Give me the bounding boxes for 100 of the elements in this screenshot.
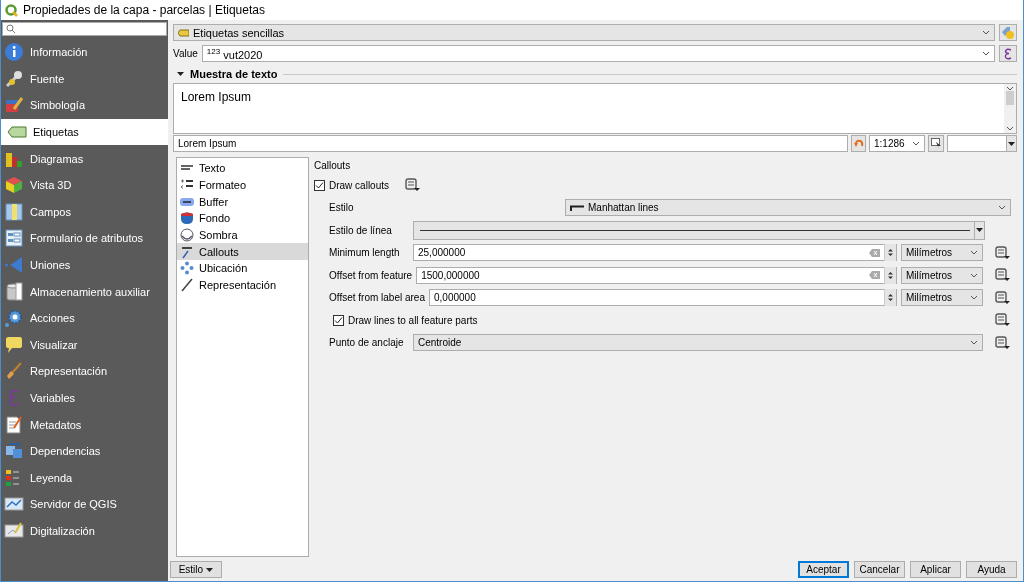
- sample-group-header[interactable]: Muestra de texto: [173, 66, 1017, 80]
- epsilon-icon: [1003, 47, 1013, 60]
- shadow-icon: [180, 228, 194, 243]
- field-label: Estilo de línea: [329, 224, 393, 236]
- window-title: Propiedades de la capa - parcelas | Etiquetas: [23, 3, 265, 17]
- settings-tab[interactable]: Formateo: [177, 176, 308, 194]
- dialog-button[interactable]: Cancelar: [854, 561, 905, 578]
- number-field[interactable]: 0,000000: [429, 289, 897, 307]
- settings-tab[interactable]: Texto: [177, 160, 308, 177]
- scroll-up-icon: [1006, 86, 1014, 91]
- number-field[interactable]: 1500,000000: [416, 266, 897, 284]
- sidebar-item[interactable]: Visualizar: [1, 331, 168, 359]
- check-icon: [334, 315, 343, 325]
- sidebar-item[interactable]: Simbología: [1, 92, 168, 119]
- search-icon: [6, 24, 16, 34]
- settings-tab[interactable]: Fondo: [177, 210, 308, 227]
- value-combo[interactable]: $^{123}$ vut2020: [201, 45, 995, 62]
- database-icon: [4, 281, 24, 302]
- caret-icon: [177, 72, 184, 76]
- scrollbar[interactable]: [1004, 84, 1016, 133]
- label-tag-icon: [178, 28, 189, 37]
- settings-tab[interactable]: Ubicación: [177, 260, 308, 277]
- sidebar-item[interactable]: Variables: [1, 384, 168, 412]
- tag-coin-icon: [1001, 25, 1015, 40]
- field-label: Punto de anclaje: [329, 337, 405, 349]
- map-pencil-icon: [4, 521, 24, 541]
- pick-scale-button[interactable]: [928, 135, 944, 152]
- settings-tab[interactable]: Sombra: [177, 226, 308, 244]
- sidebar-item[interactable]: Metadatos: [1, 411, 168, 438]
- gear-icon: [4, 308, 24, 329]
- unit-combo[interactable]: Milímetros: [901, 244, 983, 262]
- dialog-button[interactable]: Aplicar: [910, 561, 961, 578]
- sidebar-item[interactable]: Digitalización: [1, 517, 168, 545]
- triangle-icon: [4, 255, 24, 276]
- reset-button[interactable]: [851, 135, 866, 152]
- data-defined-icon[interactable]: [993, 245, 1011, 260]
- scroll-down-icon: [1006, 126, 1014, 131]
- data-defined-icon[interactable]: [993, 313, 1011, 328]
- sidebar-item[interactable]: Servidor de QGIS: [1, 491, 168, 518]
- form-icon: [4, 228, 24, 249]
- style-menu-button[interactable]: Estilo: [170, 561, 222, 578]
- caret-icon: [970, 340, 978, 346]
- data-defined-icon[interactable]: [993, 268, 1011, 283]
- manhattan-line-icon: [570, 204, 584, 211]
- shield-icon: [180, 211, 194, 226]
- line-style-button[interactable]: [413, 220, 985, 240]
- color-combo[interactable]: [947, 135, 1017, 152]
- caret-icon: [912, 141, 920, 146]
- info-icon: [4, 42, 24, 63]
- cursor-icon: [930, 138, 942, 149]
- settings-tab[interactable]: Callouts: [177, 243, 308, 261]
- draw-lines-checkbox[interactable]: Draw lines to all feature parts: [333, 314, 989, 326]
- spin-arrows-icon[interactable]: [884, 289, 896, 307]
- speech-bubble-icon: [4, 334, 24, 355]
- scale-combo[interactable]: 1:1286: [869, 135, 925, 152]
- caret-icon: [970, 250, 978, 256]
- sidebar-item[interactable]: Vista 3D: [1, 171, 168, 199]
- settings-tab[interactable]: Representación: [177, 276, 308, 294]
- cube-icon: [4, 175, 24, 196]
- preview-text-field[interactable]: Lorem Ipsum: [173, 135, 848, 152]
- callout-style-combo[interactable]: Manhattan lines: [565, 199, 1011, 217]
- sidebar-item[interactable]: Leyenda: [1, 464, 168, 492]
- mode-combo[interactable]: Etiquetas sencillas: [173, 24, 995, 41]
- sidebar-item[interactable]: Campos: [1, 198, 168, 226]
- data-defined-icon[interactable]: [993, 335, 1011, 350]
- placement-icon: [180, 261, 194, 276]
- sidebar-item[interactable]: Dependencias: [1, 437, 168, 465]
- value-label: Value: [173, 48, 198, 59]
- draw-callouts-checkbox[interactable]: Draw callouts: [314, 179, 390, 191]
- undo-arrow-icon: [853, 138, 864, 149]
- data-defined-icon[interactable]: [993, 290, 1011, 305]
- unit-combo[interactable]: Milímetros: [901, 266, 983, 284]
- sample-text-area[interactable]: Lorem Ipsum: [173, 83, 1017, 134]
- spin-arrows-icon[interactable]: [884, 244, 896, 262]
- check-icon: [315, 180, 324, 190]
- number-field[interactable]: 25,000000: [413, 244, 897, 262]
- caret-icon: [206, 567, 214, 572]
- field-label: Minimum length: [329, 247, 401, 259]
- sidebar-item[interactable]: Etiquetas: [1, 118, 168, 146]
- search-field[interactable]: [2, 22, 167, 36]
- sidebar-item[interactable]: Uniones: [1, 251, 168, 279]
- sidebar-item[interactable]: Representación: [1, 358, 168, 385]
- unit-combo[interactable]: Milímetros: [901, 289, 983, 307]
- caret-icon: [970, 272, 978, 278]
- callout-icon: [180, 244, 194, 259]
- spin-arrows-icon[interactable]: [884, 266, 896, 284]
- sidebar-item[interactable]: Formulario de atributos: [1, 225, 168, 252]
- dialog-button[interactable]: Aceptar: [798, 561, 849, 578]
- dialog-button[interactable]: Ayuda: [966, 561, 1017, 578]
- sidebar-item[interactable]: Diagramas: [1, 145, 168, 172]
- anchor-point-combo[interactable]: Centroide: [413, 334, 983, 352]
- sidebar-item[interactable]: Acciones: [1, 304, 168, 332]
- caret-icon: [982, 51, 990, 56]
- document-icon: [4, 414, 24, 435]
- sidebar-item[interactable]: Información: [1, 39, 168, 66]
- expression-button[interactable]: [999, 45, 1017, 62]
- data-defined-icon[interactable]: [403, 178, 422, 193]
- settings-tab[interactable]: Buffer: [177, 193, 308, 211]
- sidebar-item[interactable]: Fuente: [1, 65, 168, 93]
- sidebar-item[interactable]: Almacenamiento auxiliar: [1, 278, 168, 305]
